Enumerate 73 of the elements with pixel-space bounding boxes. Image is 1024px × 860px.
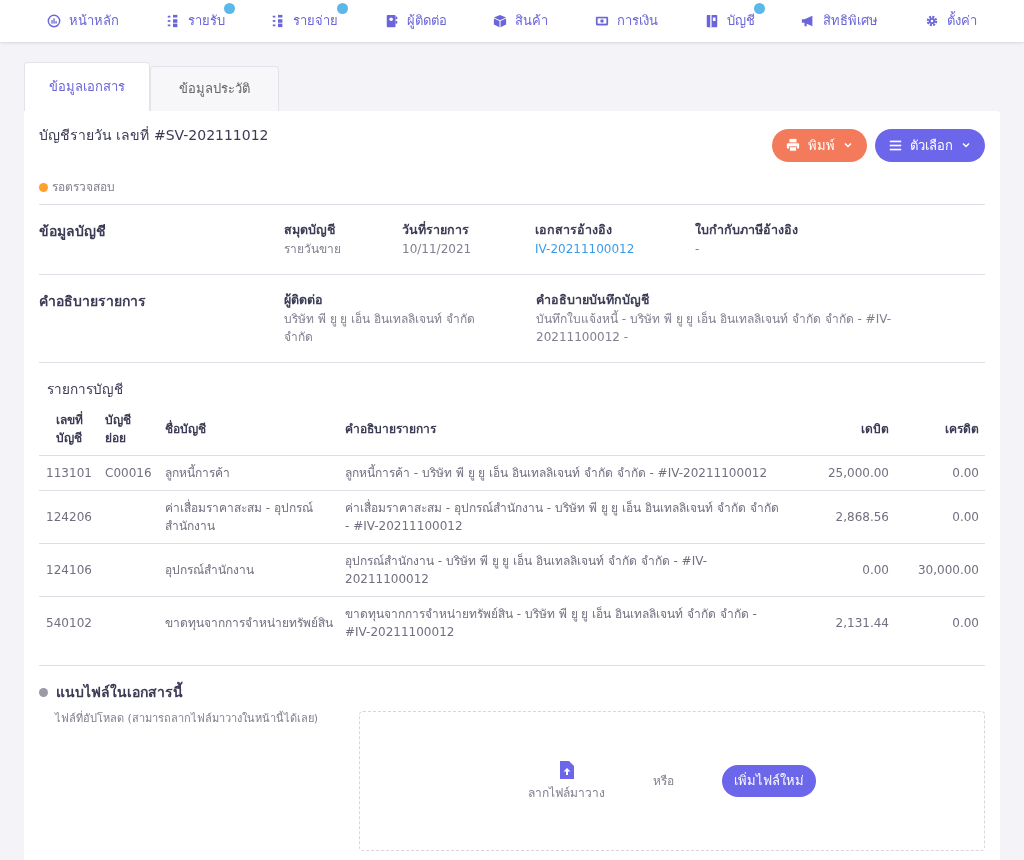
drop-label: ลากไฟล์มาวาง bbox=[528, 784, 605, 802]
file-upload-icon bbox=[558, 759, 575, 780]
table-cell: ลูกหนี้การค้า - บริษัท พี ยู ยู เอ็น อินเทลลิเจนท์ จำกัด จำกัด - #IV-20211100012 bbox=[339, 455, 785, 491]
column-header: คำอธิบายรายการ bbox=[339, 402, 785, 456]
status-text: รอตรวจสอบ bbox=[52, 179, 115, 196]
field-value: บริษัท พี ยู ยู เอ็น อินเทลลิเจนท์ จำกัด จำกัด bbox=[284, 310, 476, 346]
table-cell: 0.00 bbox=[895, 455, 985, 491]
table-cell: อุปกรณ์สำนักงาน - บริษัท พี ยู ยู เอ็น อินเทลลิเจนท์ จำกัด จำกัด - #IV-20211100012 bbox=[339, 543, 785, 597]
bullet-dot bbox=[39, 687, 48, 697]
table-cell: 2,868.56 bbox=[785, 490, 895, 544]
table-cell: ลูกหนี้การค้า bbox=[159, 455, 339, 491]
table-cell: 113101 bbox=[39, 455, 99, 491]
table-cell: 124206 bbox=[39, 490, 99, 544]
table-cell: 124106 bbox=[39, 543, 99, 597]
or-text: หรือ bbox=[653, 772, 674, 790]
reference-link[interactable]: IV-20211100012 bbox=[535, 241, 635, 256]
table-cell: ขาดทุนจากการจำหน่ายทรัพย์สิน - บริษัท พี ยู ยู เอ็น อินเทลลิเจนท์ จำกัด จำกัด - #IV-20211100012 bbox=[339, 596, 785, 649]
dashboard-icon bbox=[47, 14, 62, 28]
column-header: เดบิต bbox=[785, 402, 895, 456]
table-cell: ค่าเสื่อมราคาสะสม - อุปกรณ์สำนักงาน bbox=[159, 490, 339, 544]
field-value: 10/11/2021 bbox=[402, 240, 473, 258]
banknote-icon bbox=[595, 14, 609, 28]
column-header: เลขที่ บัญชี bbox=[39, 402, 99, 456]
tab[interactable]: ข้อมูลประวัติ bbox=[150, 66, 279, 111]
nav-item[interactable]: รายรับ bbox=[161, 11, 229, 31]
nav-item[interactable]: หน้าหลัก bbox=[43, 11, 124, 31]
column-header: ชื่อบัญชี bbox=[159, 402, 339, 456]
nav-item[interactable]: สินค้า bbox=[489, 11, 553, 31]
table-cell: อุปกรณ์สำนักงาน bbox=[159, 543, 339, 597]
nav-item[interactable]: การเงิน bbox=[591, 11, 662, 31]
field-value: บันทึกใบแจ้งหนี้ - บริษัท พี ยู ยู เอ็น อินเทลลิเจนท์ จำกัด จำกัด - #IV-20211100012 - bbox=[536, 309, 893, 346]
nav-item[interactable]: บัญชี bbox=[700, 11, 759, 31]
document-title: บัญชีรายวัน เลขที่ #SV-202111012 bbox=[39, 125, 269, 145]
column-header: บัญชี ย่อย bbox=[99, 402, 159, 456]
nav-item[interactable]: ตั้งค่า bbox=[920, 11, 981, 31]
options-button[interactable]: ตัวเลือก bbox=[875, 128, 985, 162]
section-heading: ข้อมูลบัญชี bbox=[39, 222, 107, 242]
table-cell: 0.00 bbox=[895, 596, 985, 649]
book-icon bbox=[704, 14, 719, 28]
table-cell: 0.00 bbox=[895, 490, 985, 544]
section-heading: แนบไฟล์ในเอกสารนี้ bbox=[56, 681, 183, 702]
settings-icon bbox=[924, 14, 939, 28]
nav-item[interactable]: ผู้ติดต่อ bbox=[380, 11, 451, 31]
field-value: - bbox=[695, 240, 701, 258]
table-cell: 2,131.44 bbox=[785, 596, 895, 649]
tab[interactable]: ข้อมูลเอกสาร bbox=[24, 62, 150, 111]
table-cell: 540102 bbox=[39, 596, 99, 649]
nav-item[interactable]: สิทธิพิเศษ bbox=[797, 11, 883, 31]
printer-icon bbox=[786, 138, 800, 153]
field-label: เอกสารอ้างอิง bbox=[535, 221, 613, 239]
upload-hint: ไฟล์ที่อัปโหลด (สามารถลากไฟล์มาวางในหน้านี้ได้เลย) bbox=[53, 710, 320, 727]
drop-zone[interactable]: ลากไฟล์มาวาง หรือ เพิ่มไฟล์ใหม่ bbox=[359, 710, 985, 851]
field-label: ผู้ติดต่อ bbox=[284, 290, 324, 310]
section-heading: รายการบัญชี bbox=[46, 379, 124, 399]
field-label: คำอธิบายบันทึกบัญชี bbox=[536, 290, 650, 309]
table-cell: ค่าเสื่อมราคาสะสม - อุปกรณ์สำนักงาน - บริษัท พี ยู ยู เอ็น อินเทลลิเจนท์ จำกัด จำกัด - #IV-20211100012 bbox=[339, 490, 785, 544]
sort-icon bbox=[165, 14, 180, 28]
field-value: รายวันขาย bbox=[284, 240, 342, 258]
table-cell: C00016 bbox=[99, 455, 159, 491]
field-label: สมุดบัญชี bbox=[284, 221, 336, 240]
print-button[interactable]: พิมพ์ bbox=[772, 128, 867, 162]
table-cell: ขาดทุนจากการจำหน่ายทรัพย์สิน bbox=[159, 596, 339, 649]
add-file-button[interactable]: เพิ่มไฟล์ใหม่ bbox=[722, 765, 816, 797]
table-cell: 25,000.00 bbox=[785, 455, 895, 491]
column-header: เครดิต bbox=[895, 402, 985, 456]
box-icon bbox=[493, 14, 508, 28]
field-label: วันที่รายการ bbox=[402, 221, 470, 239]
field-label: ใบกำกับภาษีอ้างอิง bbox=[695, 221, 799, 239]
address-book-icon bbox=[384, 14, 399, 28]
table-cell: 0.00 bbox=[785, 543, 895, 597]
section-heading: คำอธิบายรายการ bbox=[39, 291, 147, 311]
menu-icon bbox=[889, 138, 902, 152]
table-cell: 30,000.00 bbox=[895, 543, 985, 597]
